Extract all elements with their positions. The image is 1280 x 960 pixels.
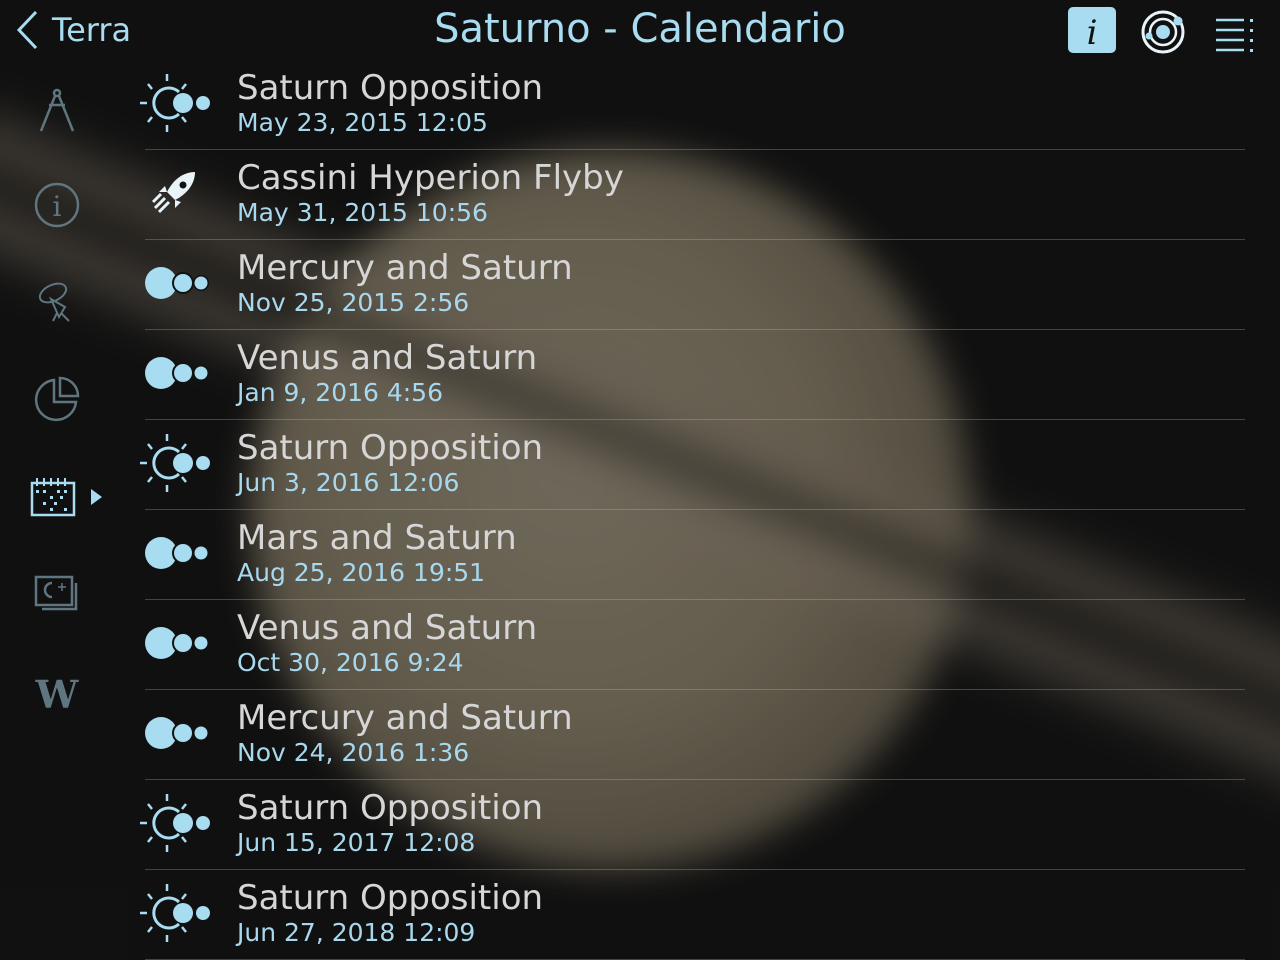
sidebar-item-tools[interactable]: [30, 82, 84, 136]
sidebar-item-wikipedia[interactable]: W: [30, 665, 84, 719]
sidebar-item-gallery[interactable]: [30, 568, 84, 622]
event-row[interactable]: Cassini Hyperion Flyby May 31, 2015 10:56: [145, 150, 1245, 240]
sidebar-item-calendar[interactable]: [30, 470, 120, 524]
event-list: Saturn Opposition May 23, 2015 12:05 Cassi…: [140, 60, 1245, 960]
conjunction-icon: [145, 357, 209, 389]
sidebar-item-info[interactable]: i: [30, 178, 84, 232]
event-row[interactable]: Saturn Opposition Jun 3, 2016 12:06: [140, 420, 1245, 510]
event-title: Saturn Opposition: [237, 428, 544, 468]
opposition-icon: [140, 434, 210, 492]
orbit-button[interactable]: [1138, 6, 1188, 54]
event-date: Jun 15, 2017 12:08: [237, 828, 476, 857]
event-title: Venus and Saturn: [237, 608, 538, 648]
opposition-icon: [140, 884, 210, 942]
opposition-icon: [140, 74, 210, 132]
calendar-icon: [30, 478, 76, 517]
event-row[interactable]: Venus and Saturn Jan 9, 2016 4:56: [145, 330, 1245, 420]
info-button[interactable]: i: [1067, 6, 1117, 54]
gallery-icon: [34, 575, 78, 611]
event-date: Nov 25, 2015 2:56: [237, 288, 470, 317]
event-date: Aug 25, 2016 19:51: [237, 558, 486, 587]
conjunction-icon: [145, 627, 209, 659]
top-bar: Terra Saturno - Calendario i: [0, 0, 1280, 60]
event-row[interactable]: Mars and Saturn Aug 25, 2016 19:51: [145, 510, 1245, 600]
sidebar-item-missions[interactable]: [30, 274, 84, 328]
event-title: Saturn Opposition: [237, 788, 544, 828]
event-date: Jun 3, 2016 12:06: [237, 468, 460, 497]
event-title: Mars and Saturn: [237, 518, 517, 558]
svg-text:W: W: [35, 672, 80, 716]
event-row[interactable]: Mercury and Saturn Nov 24, 2016 1:36: [145, 690, 1245, 780]
svg-text:i: i: [53, 190, 62, 223]
event-row[interactable]: Saturn Opposition May 23, 2015 12:05: [140, 60, 1245, 150]
opposition-icon: [140, 794, 210, 852]
event-date: Oct 30, 2016 9:24: [237, 648, 464, 677]
pie-chart-icon: [34, 376, 80, 422]
event-row[interactable]: Venus and Saturn Oct 30, 2016 9:24: [145, 600, 1245, 690]
conjunction-icon: [145, 267, 209, 299]
selected-arrow-icon: [91, 489, 102, 505]
event-date: Nov 24, 2016 1:36: [237, 738, 470, 767]
event-title: Saturn Opposition: [237, 878, 544, 918]
sidebar-item-stats[interactable]: [30, 372, 84, 426]
event-date: Jun 27, 2018 12:09: [237, 918, 476, 947]
svg-text:i: i: [1087, 13, 1098, 53]
event-title: Venus and Saturn: [237, 338, 538, 378]
event-row[interactable]: Mercury and Saturn Nov 25, 2015 2:56: [145, 240, 1245, 330]
conjunction-icon: [145, 717, 209, 749]
event-row[interactable]: Saturn Opposition Jun 15, 2017 12:08: [140, 780, 1245, 870]
rocket-icon: [151, 172, 195, 214]
wikipedia-icon: W: [35, 672, 80, 716]
event-date: May 23, 2015 12:05: [237, 108, 488, 137]
event-row[interactable]: Saturn Opposition Jun 27, 2018 12:09: [140, 870, 1245, 960]
menu-button[interactable]: [1210, 6, 1260, 54]
satellite-icon: [38, 282, 70, 322]
list-icon: [1216, 18, 1253, 52]
event-date: Jan 9, 2016 4:56: [237, 378, 443, 407]
event-title: Mercury and Saturn: [237, 248, 573, 288]
info-icon: i: [1068, 7, 1116, 53]
info-circle-icon: i: [34, 182, 80, 228]
conjunction-icon: [145, 537, 209, 569]
event-date: May 31, 2015 10:56: [237, 198, 488, 227]
orbit-icon: [1141, 10, 1185, 54]
event-title: Mercury and Saturn: [237, 698, 573, 738]
event-title: Cassini Hyperion Flyby: [237, 158, 624, 198]
event-title: Saturn Opposition: [237, 68, 544, 108]
compass-icon: [39, 88, 75, 132]
